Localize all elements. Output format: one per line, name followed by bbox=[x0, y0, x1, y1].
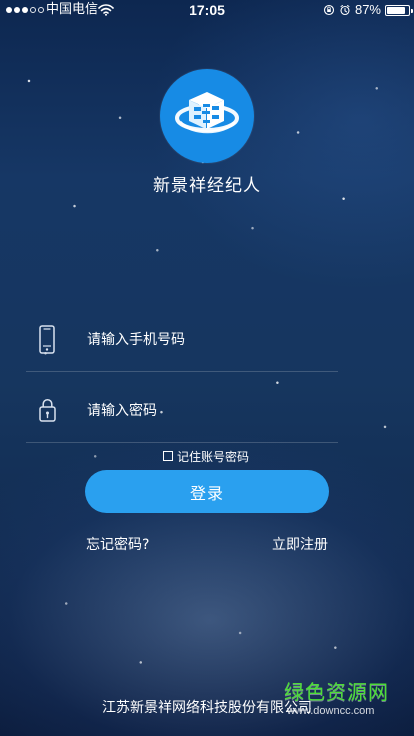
battery-percent: 87% bbox=[354, 2, 381, 17]
password-input[interactable] bbox=[87, 394, 317, 428]
remember-label: 记住账号密码 bbox=[177, 449, 250, 464]
forgot-password-link[interactable]: 忘记密码? bbox=[86, 534, 149, 554]
remember-checkbox[interactable] bbox=[163, 451, 173, 461]
rotation-lock-icon bbox=[323, 4, 335, 16]
password-field bbox=[26, 388, 338, 443]
login-button[interactable]: 登录 bbox=[85, 470, 329, 513]
lock-icon bbox=[39, 398, 56, 422]
watermark-brand: 绿色资源网 bbox=[284, 682, 389, 704]
watermark-url: www.downcc.com bbox=[287, 705, 375, 717]
login-screen: 中国电信 17:05 87% 新景祥经纪人 请输入手机号码 记住账号密码 登录 … bbox=[0, 0, 414, 736]
status-icons-right: 87% bbox=[323, 0, 413, 20]
app-title: 新景祥经纪人 bbox=[153, 176, 261, 196]
battery-level-fill bbox=[387, 6, 406, 14]
app-logo-icon bbox=[175, 92, 239, 134]
phone-field bbox=[26, 317, 338, 372]
remember-account-option[interactable]: 记住账号密码 bbox=[163, 448, 249, 464]
alarm-icon bbox=[340, 5, 350, 16]
phone-icon bbox=[39, 325, 55, 354]
battery-icon bbox=[385, 4, 413, 16]
register-link[interactable]: 立即注册 bbox=[272, 534, 328, 554]
phone-input[interactable] bbox=[87, 323, 317, 357]
site-watermark: 绿色资源网 www.downcc.com bbox=[284, 682, 396, 726]
app-logo bbox=[160, 69, 254, 163]
status-bar: 中国电信 17:05 87% bbox=[0, 0, 414, 20]
